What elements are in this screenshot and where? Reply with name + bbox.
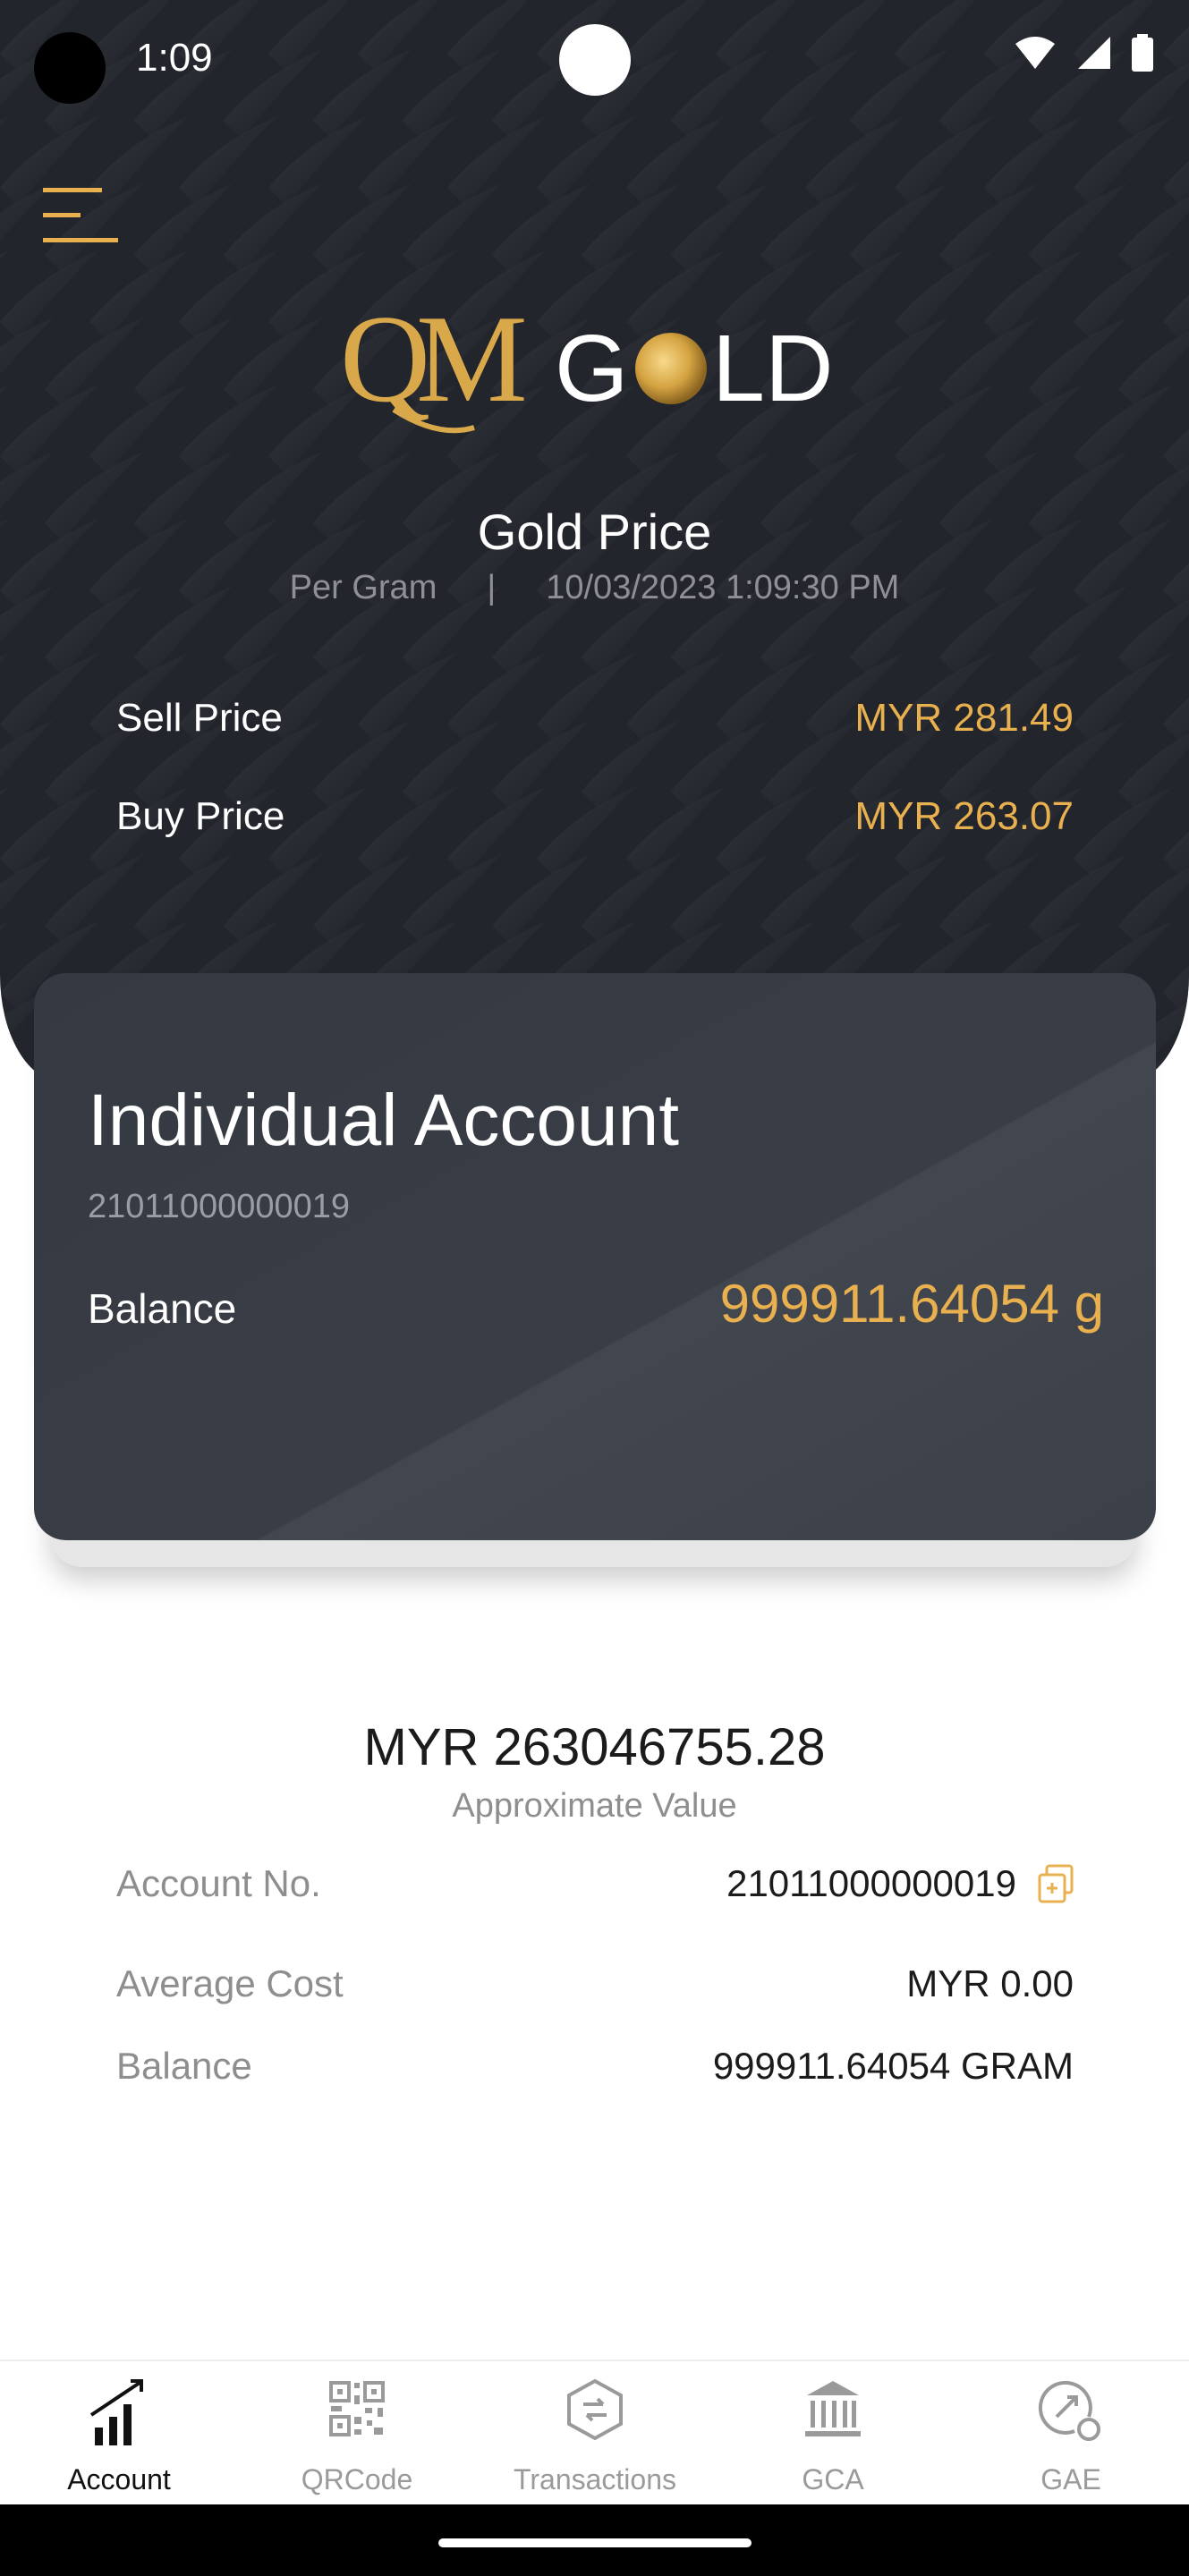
account-type-title: Individual Account: [88, 1080, 680, 1161]
home-gesture-handle[interactable]: [438, 2538, 752, 2547]
nav-label: GCA: [802, 2463, 864, 2496]
account-card[interactable]: Individual Account 21011000000019 Balanc…: [34, 973, 1156, 1540]
bottom-navigation: Account QRCode Transactions GCA GAE: [0, 2360, 1189, 2506]
buy-price-row: Buy Price MYR 263.07: [116, 794, 1074, 839]
menu-icon[interactable]: [43, 188, 118, 243]
wifi-icon: [1015, 37, 1055, 69]
detail-value: 21011000000019: [726, 1862, 1016, 1904]
approximate-value: MYR 263046755.28: [363, 1718, 826, 1776]
status-bar: 1:09: [0, 0, 1189, 116]
bank-icon: [805, 2381, 861, 2436]
svg-text:LD: LD: [712, 316, 834, 421]
buy-price-value: MYR 263.07: [854, 794, 1074, 838]
approximate-value-label: Approximate Value: [452, 1787, 737, 1825]
front-camera: [559, 24, 631, 96]
battery-icon: [1132, 34, 1153, 72]
sell-price-value: MYR 281.49: [854, 696, 1074, 740]
detail-label: Balance: [116, 2045, 252, 2087]
nav-qrcode[interactable]: QRCode: [238, 2361, 476, 2506]
price-unit: Per Gram: [289, 569, 437, 606]
separator: |: [487, 569, 497, 606]
detail-row-average-cost: Average Cost MYR 0.00: [116, 1962, 1074, 2005]
detail-row-account-no: Account No. 21011000000019: [116, 1862, 1074, 1905]
status-time: 1:09: [136, 36, 213, 80]
svg-text:QM: QM: [340, 295, 524, 428]
bar-chart-icon: [89, 2379, 143, 2445]
copy-icon[interactable]: [1038, 1864, 1074, 1903]
gold-price-title: Gold Price: [477, 504, 712, 560]
sell-price-row: Sell Price MYR 281.49: [116, 696, 1074, 741]
signal-icon: [1078, 37, 1110, 69]
detail-label: Average Cost: [116, 1962, 344, 2004]
transactions-icon: [567, 2378, 623, 2441]
gae-icon: [1038, 2380, 1100, 2441]
gold-price-subtitle: Per Gram | 10/03/2023 1:09:30 PM: [0, 569, 1189, 607]
nav-label: GAE: [1040, 2463, 1101, 2496]
price-timestamp: 10/03/2023 1:09:30 PM: [546, 569, 900, 606]
nav-label: Account: [67, 2463, 171, 2496]
nav-account[interactable]: Account: [0, 2361, 238, 2506]
nav-gae[interactable]: GAE: [952, 2361, 1189, 2506]
svg-text:G: G: [555, 316, 628, 421]
header-hero: 1:09 QM G LD Gold Price Per Gram | 10/03/2…: [0, 0, 1189, 1082]
detail-value: MYR 0.00: [906, 1962, 1074, 2004]
detail-row-balance: Balance 999911.64054 GRAM: [116, 2045, 1074, 2088]
card-balance-label: Balance: [88, 1285, 237, 1332]
detail-value: 999911.64054 GRAM: [712, 2045, 1074, 2087]
buy-price-label: Buy Price: [116, 794, 285, 838]
qrcode-icon: [329, 2381, 385, 2436]
detail-label: Account No.: [116, 1862, 321, 1904]
card-balance-value: 999911.64054 g: [719, 1274, 1104, 1334]
nav-transactions[interactable]: Transactions: [476, 2361, 714, 2506]
nav-label: Transactions: [514, 2463, 676, 2496]
sell-price-label: Sell Price: [116, 696, 283, 740]
camera-cutout: [34, 32, 106, 104]
qmgold-logo: QM G LD: [340, 295, 834, 434]
account-number: 21011000000019: [88, 1188, 351, 1225]
status-icons: [1014, 34, 1153, 72]
nav-gca[interactable]: GCA: [714, 2361, 952, 2506]
nav-label: QRCode: [301, 2463, 413, 2496]
